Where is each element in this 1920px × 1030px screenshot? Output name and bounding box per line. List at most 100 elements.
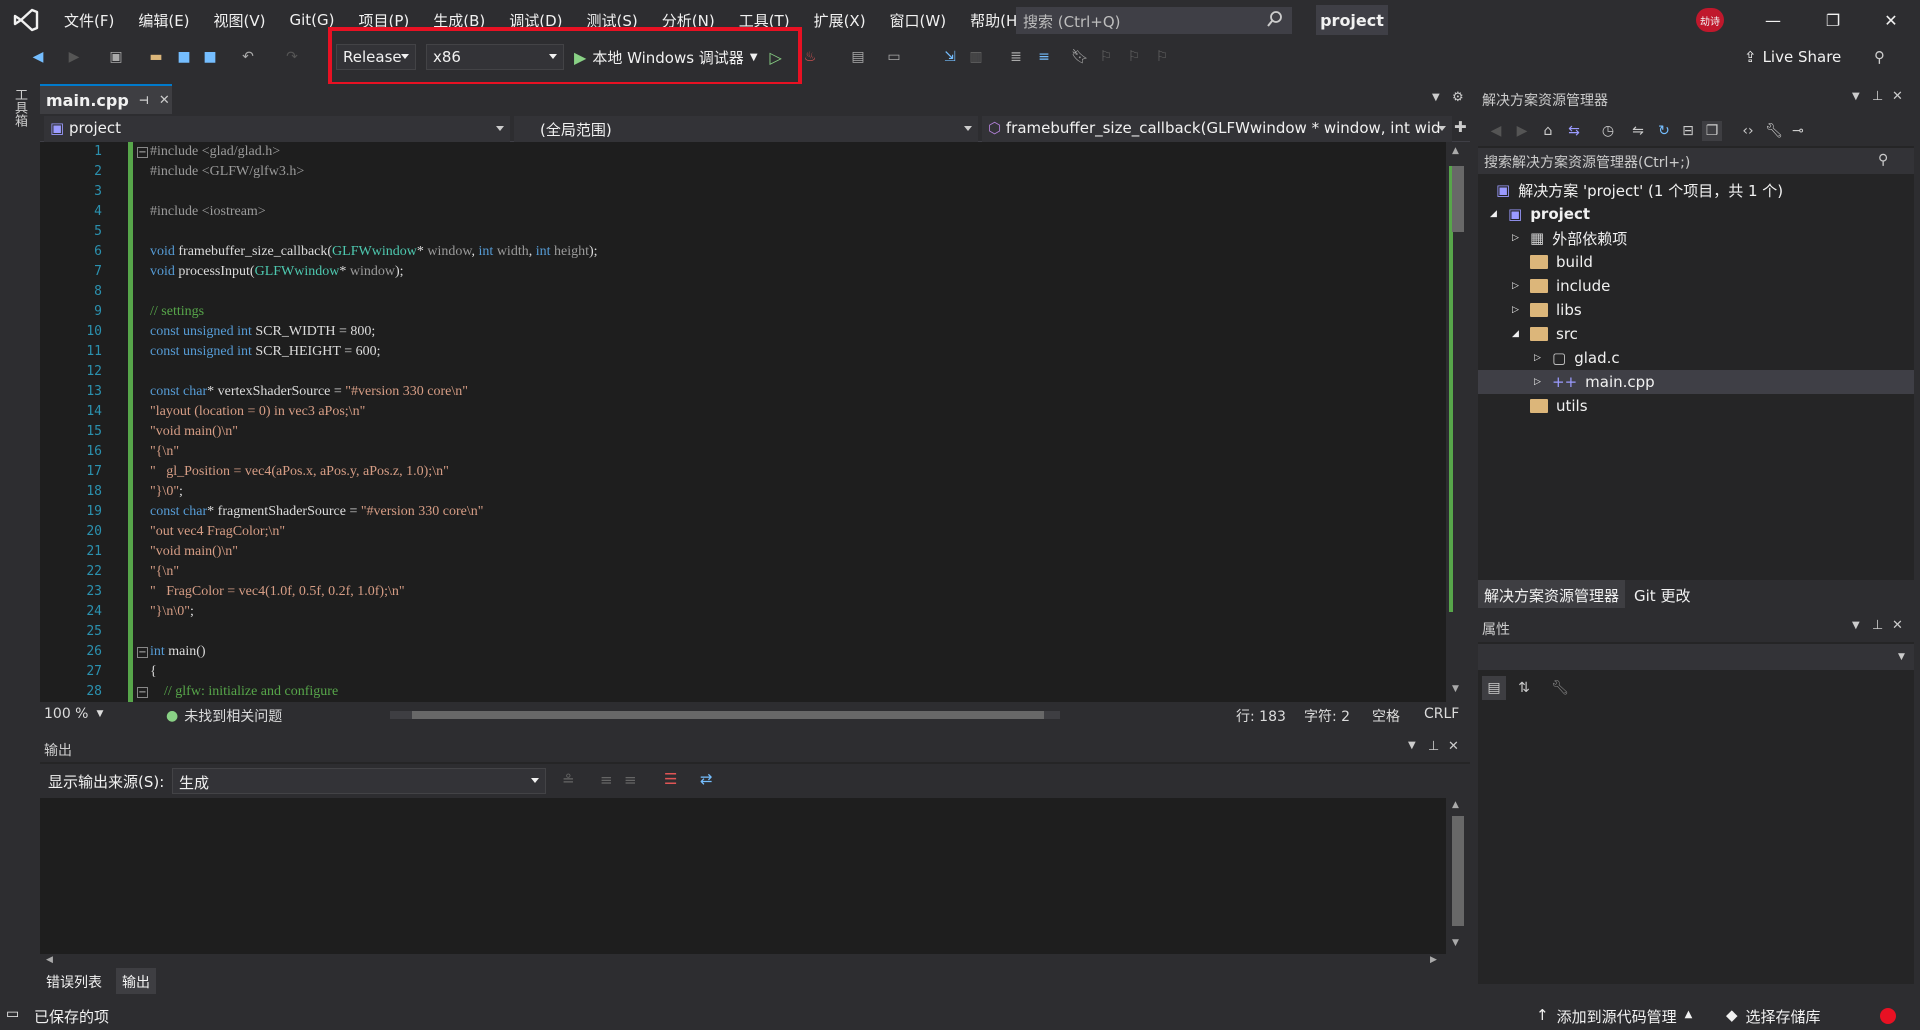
comment-icon[interactable]: ≣ — [1006, 47, 1026, 67]
new-project-icon[interactable]: ▣ — [106, 47, 126, 67]
home-icon[interactable]: ⌂ — [1538, 121, 1558, 141]
tree-item-glad-c[interactable]: ▷ ▢ glad.c — [1478, 346, 1914, 370]
visual-studio-logo-icon[interactable] — [0, 0, 52, 40]
tab-output[interactable]: 输出 — [116, 968, 156, 994]
issues-indicator[interactable]: ● 未找到相关问题 — [166, 706, 282, 726]
minimize-icon[interactable]: — — [1744, 0, 1802, 40]
tree-item-src[interactable]: ◢ src — [1478, 322, 1914, 346]
solution-explorer-icon[interactable]: ▤ — [848, 47, 868, 67]
save-all-icon[interactable]: ■ — [200, 47, 220, 67]
scroll-down-icon[interactable]: ▼ — [1452, 684, 1459, 694]
next-message-icon[interactable]: ≡ — [624, 771, 637, 789]
forward-icon[interactable]: ▶ — [64, 47, 84, 67]
collapsed-icon[interactable]: ▷ — [1534, 353, 1544, 363]
scroll-left-icon[interactable]: ◀ — [46, 955, 53, 965]
chevron-down-icon[interactable]: ▼ — [1898, 652, 1905, 662]
collapse-icon[interactable]: − — [137, 687, 148, 698]
scroll-thumb[interactable] — [1452, 816, 1464, 926]
pin-icon[interactable]: ⊥ — [1872, 618, 1883, 633]
member-nav-dropdown[interactable]: ⬡ framebuffer_size_callback(GLFWwindow *… — [982, 116, 1452, 142]
redo-icon[interactable]: ↷ — [282, 47, 302, 67]
show-all-files-icon[interactable]: ❐ — [1702, 121, 1722, 141]
line-ending-indicator[interactable]: CRLF — [1424, 706, 1459, 722]
open-folder-icon[interactable]: ▬ — [146, 47, 166, 67]
project-nav-dropdown[interactable]: ▣ project — [44, 116, 510, 142]
restore-icon[interactable]: ❐ — [1804, 0, 1862, 40]
prev-message-icon[interactable]: ≡ — [600, 771, 613, 789]
search-icon[interactable] — [1267, 11, 1283, 27]
expanded-icon[interactable]: ◢ — [1490, 209, 1500, 219]
pin-icon[interactable]: ⊥ — [1872, 89, 1883, 104]
close-icon[interactable]: ✕ — [1448, 739, 1459, 754]
back-icon[interactable]: ◀ — [1486, 121, 1506, 141]
whitespace-indicator[interactable]: 空格 — [1372, 706, 1400, 726]
tab-solution-explorer[interactable]: 解决方案资源管理器 — [1478, 580, 1626, 608]
dropdown-icon[interactable]: ▼ — [1408, 740, 1416, 751]
scroll-up-icon[interactable]: ▲ — [1452, 146, 1459, 156]
tree-item-utils[interactable]: utils — [1478, 394, 1914, 418]
collapse-icon[interactable]: − — [137, 147, 148, 158]
code-editor[interactable]: 1 2 3 4 5 6 7 8 9 10 11 12 13 14 15 16 17 18 19 20 21 22 23 24 2… — [40, 142, 1446, 702]
properties-object-dropdown[interactable]: ▼ — [1478, 644, 1914, 670]
dropdown-icon[interactable]: ▼ — [1852, 91, 1860, 102]
tree-item-include[interactable]: ▷ include — [1478, 274, 1914, 298]
tree-item-main-cpp[interactable]: ▷ ++ main.cpp — [1478, 370, 1914, 394]
menu-item[interactable]: 编辑(E) — [126, 10, 201, 31]
menu-item[interactable]: 视图(V) — [202, 10, 278, 31]
collapse-all-icon[interactable]: ⊟ — [1678, 121, 1698, 141]
tree-item-libs[interactable]: ▷ libs — [1478, 298, 1914, 322]
alphabetical-icon[interactable]: ⇅ — [1512, 676, 1536, 700]
close-window-icon[interactable]: ✕ — [1862, 0, 1920, 40]
dropdown-icon[interactable]: ▼ — [1852, 620, 1860, 631]
collapsed-icon[interactable]: ▷ — [1512, 281, 1522, 291]
preview-icon[interactable]: ⊸ — [1788, 121, 1808, 141]
scope-nav-dropdown[interactable]: (全局范围) — [514, 116, 978, 142]
properties-wrench-icon[interactable]: 🔧︎ — [1764, 121, 1784, 141]
notification-icon[interactable]: ▭ — [6, 1006, 19, 1022]
find-message-icon[interactable]: ≗ — [562, 771, 575, 789]
close-icon[interactable]: ✕ — [1892, 89, 1903, 104]
notification-bell-icon[interactable] — [1880, 1008, 1896, 1024]
solution-search-input[interactable]: 搜索解决方案资源管理器(Ctrl+;) ⚲ — [1478, 148, 1914, 174]
scroll-thumb[interactable] — [1452, 166, 1464, 232]
save-icon[interactable]: ■ — [174, 47, 194, 67]
tab-main-cpp[interactable]: main.cpp ⊣ ✕ — [40, 84, 172, 114]
uncomment-icon[interactable]: ≡ — [1034, 47, 1054, 67]
clear-all-icon[interactable]: ☰ — [664, 770, 677, 788]
pin-icon[interactable]: ⊣ — [139, 94, 149, 107]
tree-item-solution[interactable]: ▣ 解决方案 'project' (1 个项目，共 1 个) — [1478, 178, 1914, 202]
toolbox-tab[interactable]: 工具箱 — [10, 88, 29, 127]
forward-icon[interactable]: ▶ — [1512, 121, 1532, 141]
collapsed-icon[interactable]: ▷ — [1534, 377, 1544, 387]
window-layout-icon[interactable]: ▭ — [884, 47, 904, 67]
output-source-dropdown[interactable]: 生成 — [172, 768, 546, 794]
refresh-icon[interactable]: ↻ — [1654, 121, 1674, 141]
menu-item[interactable]: 窗口(W) — [878, 10, 959, 31]
scroll-right-icon[interactable]: ▶ — [1430, 955, 1437, 965]
column-indicator[interactable]: 字符: 2 — [1304, 706, 1350, 726]
horizontal-scroll-thumb[interactable] — [412, 711, 1044, 719]
search-icon[interactable]: ⚲ — [1878, 152, 1888, 168]
prev-bookmark-icon[interactable]: ⚐ — [1096, 47, 1116, 67]
editor-vertical-scrollbar[interactable]: ▲ ▼ — [1446, 142, 1470, 702]
property-pages-icon[interactable]: 🔧︎ — [1548, 676, 1572, 700]
menu-item[interactable]: 扩展(X) — [802, 10, 878, 31]
zoom-dropdown[interactable]: 100 % ▼ — [44, 706, 103, 722]
word-wrap-icon[interactable]: ⇄ — [700, 770, 713, 788]
tree-item-build[interactable]: build — [1478, 250, 1914, 274]
avatar[interactable]: 劫诗 — [1696, 8, 1724, 32]
output-text-area[interactable] — [40, 798, 1446, 954]
tab-error-list[interactable]: 错误列表 — [46, 972, 102, 992]
live-share-button[interactable]: ⇪ Live Share — [1744, 48, 1841, 66]
horizontal-scrollbar[interactable] — [390, 711, 1060, 719]
next-bookmark-icon[interactable]: ⚐ — [1124, 47, 1144, 67]
row-indicator[interactable]: 行: 183 — [1236, 706, 1286, 726]
back-icon[interactable]: ◀ — [28, 47, 48, 67]
code-view-icon[interactable]: ‹› — [1738, 121, 1758, 141]
scroll-down-icon[interactable]: ▼ — [1452, 938, 1459, 948]
split-icon[interactable]: ✚ — [1454, 118, 1467, 136]
scroll-up-icon[interactable]: ▲ — [1452, 800, 1459, 810]
bookmark-icon[interactable]: 🔖︎ — [1070, 47, 1090, 67]
tab-git-changes[interactable]: Git 更改 — [1634, 585, 1690, 606]
search-input[interactable]: 搜索 (Ctrl+Q) — [1016, 7, 1292, 34]
